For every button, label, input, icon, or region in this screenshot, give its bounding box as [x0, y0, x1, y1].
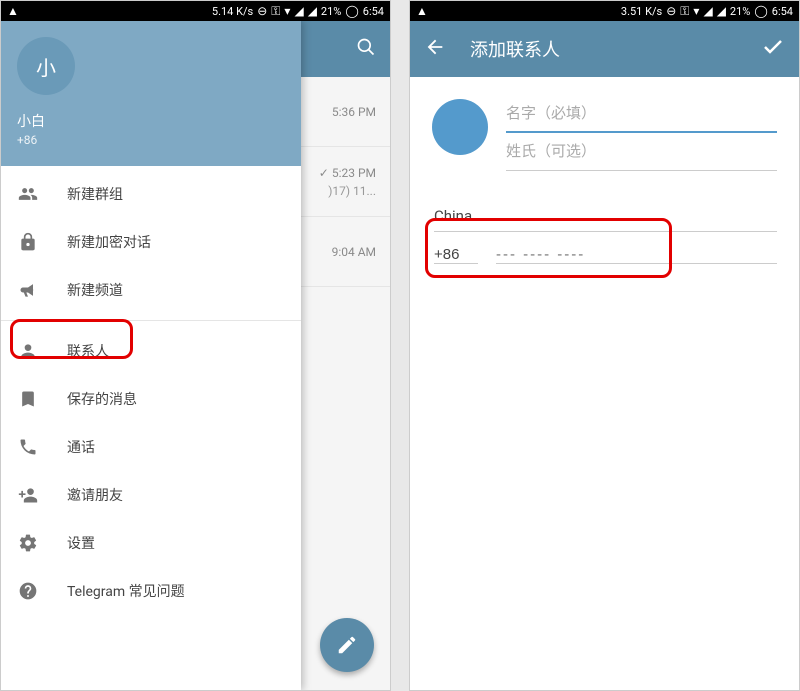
gear-icon: [17, 532, 39, 554]
network-speed: 5.14 K/s: [212, 5, 253, 18]
statusbar-left: ▲ 5.14 K/s ⊖ ⚿ ▾ ◢ ◢ 21% ◯ 6:54: [1, 1, 390, 21]
confirm-button[interactable]: [761, 35, 785, 63]
megaphone-icon: [17, 279, 39, 301]
vpn-key-icon: ⚿: [271, 4, 280, 19]
drawer-item-label: 新建群组: [67, 184, 123, 204]
drawer-item-contacts[interactable]: 联系人: [1, 327, 301, 375]
phone-right-add-contact: ▲ 3.51 K/s ⊖ ⚿ ▾ ◢ ◢ 21% ◯ 6:54 添加联系人: [409, 0, 800, 691]
avatar-letter: 小: [36, 52, 56, 81]
search-icon[interactable]: [356, 37, 376, 62]
dnd-icon: ⊖: [666, 4, 676, 18]
drawer-item-label: Telegram 常见问题: [67, 581, 185, 601]
appbar-add-contact: 添加联系人: [410, 21, 799, 77]
statusbar-right: ▲ 3.51 K/s ⊖ ⚿ ▾ ◢ ◢ 21% ◯ 6:54: [410, 1, 799, 21]
add-contact-form: China: [410, 77, 799, 282]
arrow-left-icon: [424, 36, 446, 58]
person-icon: [17, 340, 39, 362]
checkmark-icon: [761, 35, 785, 59]
drawer-item-label: 保存的消息: [67, 389, 137, 409]
drawer-item-invite-friends[interactable]: 邀请朋友: [1, 471, 301, 519]
user-name: 小白: [17, 111, 285, 131]
drawer-header: 小 小白 +86: [1, 21, 301, 166]
chat-time: 9:04 AM: [332, 245, 376, 259]
wifi-icon: ▾: [284, 4, 290, 18]
phone-icon: [17, 436, 39, 458]
country-selector[interactable]: China: [434, 207, 777, 225]
lock-icon: [17, 231, 39, 253]
chat-time: ✓ 5:23 PM: [319, 166, 376, 180]
wifi-icon: ▾: [693, 4, 699, 18]
drawer-item-label: 联系人: [67, 341, 109, 361]
drawer-item-label: 新建加密对话: [67, 232, 151, 252]
drawer-item-label: 通话: [67, 437, 95, 457]
chat-time: 5:36 PM: [332, 105, 376, 119]
drawer-item-settings[interactable]: 设置: [1, 519, 301, 567]
vpn-key-icon: ⚿: [680, 4, 689, 19]
battery-text: 21%: [730, 5, 750, 18]
signal-icon: ◢: [717, 4, 726, 18]
drawer-item-label: 新建频道: [67, 280, 123, 300]
divider: [1, 320, 301, 321]
compose-fab[interactable]: [320, 618, 374, 672]
phone-left-drawer: ▲ 5.14 K/s ⊖ ⚿ ▾ ◢ ◢ 21% ◯ 6:54 5:36 PM …: [0, 0, 391, 691]
signal-icon: ◢: [294, 4, 303, 18]
help-icon: [17, 580, 39, 602]
contact-avatar-placeholder: [432, 99, 488, 155]
drawer-item-saved-messages[interactable]: 保存的消息: [1, 375, 301, 423]
navigation-drawer: 小 小白 +86 新建群组 新建加密对话 新建频道 联系人: [1, 21, 301, 690]
last-name-input[interactable]: [506, 133, 777, 171]
chat-preview: )17) 11...: [328, 184, 376, 198]
first-name-input[interactable]: [506, 95, 777, 133]
clock-text: 6:54: [363, 5, 384, 18]
warning-icon: ▲: [7, 4, 19, 18]
drawer-items: 新建群组 新建加密对话 新建频道 联系人 保存的消息 通话: [1, 166, 301, 690]
network-speed: 3.51 K/s: [621, 5, 662, 18]
drawer-item-label: 邀请朋友: [67, 485, 123, 505]
drawer-item-new-channel[interactable]: 新建频道: [1, 266, 301, 314]
battery-icon: ◯: [345, 4, 358, 18]
signal-icon: ◢: [703, 4, 712, 18]
dnd-icon: ⊖: [257, 4, 267, 18]
drawer-item-faq[interactable]: Telegram 常见问题: [1, 567, 301, 615]
bookmark-icon: [17, 388, 39, 410]
battery-icon: ◯: [754, 4, 767, 18]
country-code-input[interactable]: [434, 246, 478, 264]
drawer-item-new-secret-chat[interactable]: 新建加密对话: [1, 218, 301, 266]
group-icon: [17, 183, 39, 205]
signal-icon: ◢: [308, 4, 317, 18]
user-phone: +86: [17, 133, 285, 147]
user-avatar[interactable]: 小: [17, 37, 75, 95]
appbar-title: 添加联系人: [470, 36, 737, 62]
back-button[interactable]: [424, 36, 446, 62]
battery-text: 21%: [321, 5, 341, 18]
warning-icon: ▲: [416, 4, 428, 18]
clock-text: 6:54: [772, 5, 793, 18]
pencil-icon: [336, 634, 358, 656]
drawer-item-new-group[interactable]: 新建群组: [1, 170, 301, 218]
phone-number-input[interactable]: [496, 246, 777, 264]
person-add-icon: [17, 484, 39, 506]
drawer-item-calls[interactable]: 通话: [1, 423, 301, 471]
drawer-item-label: 设置: [67, 533, 95, 553]
